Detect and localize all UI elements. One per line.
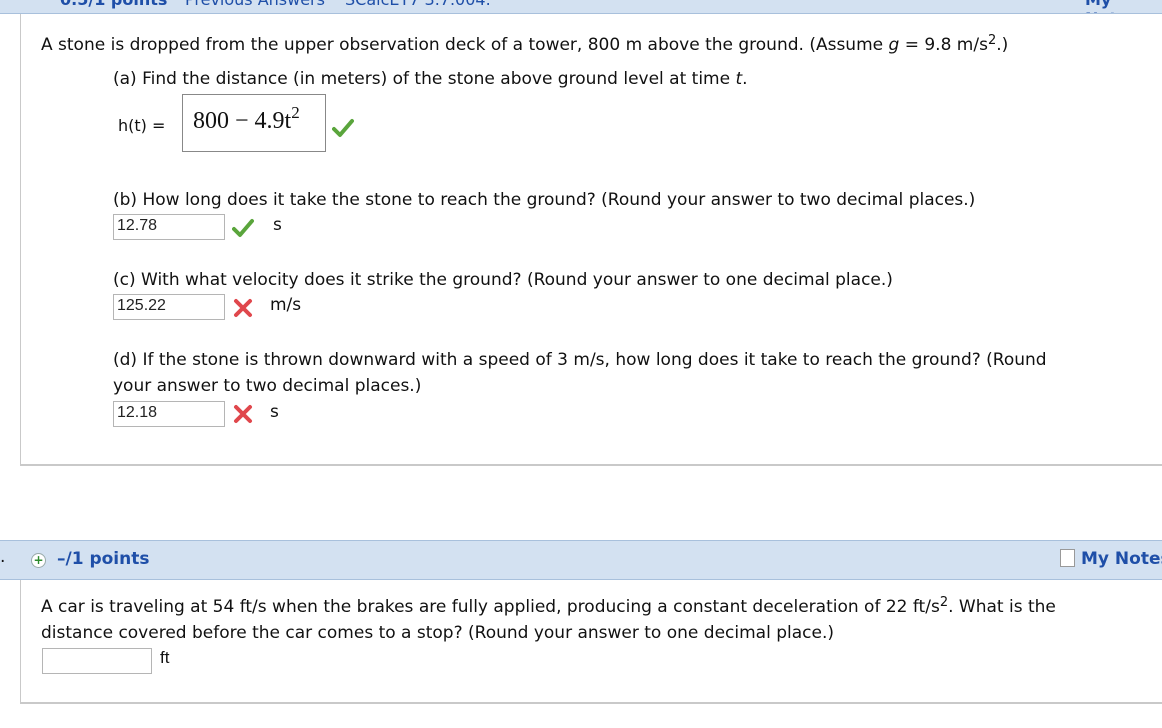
cross-icon bbox=[234, 299, 252, 317]
points-label: –/1 points bbox=[57, 549, 150, 569]
part-c-answer-input[interactable]: 125.22 bbox=[113, 294, 225, 320]
part-b-answer-input[interactable]: 12.78 bbox=[113, 214, 225, 240]
previous-question-code: SCalcET7 3.7.004. bbox=[345, 0, 491, 9]
part-a-question: (a) Find the distance (in meters) of the… bbox=[113, 69, 748, 89]
previous-question-header: 0.5/1 points Previous Answers SCalcET7 3… bbox=[0, 0, 1162, 14]
part-c-question: (c) With what velocity does it strike th… bbox=[113, 270, 893, 290]
previous-points: 0.5/1 points bbox=[60, 0, 167, 9]
problem2-unit: ft bbox=[160, 648, 170, 667]
problem2-question-line2: distance covered before the car comes to… bbox=[41, 623, 834, 643]
part-d-answer-input[interactable]: 12.18 bbox=[113, 401, 225, 427]
part-d-question-line2: your answer to two decimal places.) bbox=[113, 376, 422, 396]
check-icon bbox=[232, 219, 254, 237]
note-icon bbox=[1060, 549, 1075, 567]
expand-plus-icon[interactable]: + bbox=[31, 553, 46, 568]
check-icon bbox=[332, 119, 354, 137]
part-b-question: (b) How long does it take the stone to r… bbox=[113, 190, 976, 210]
problem2-question-line1: A car is traveling at 54 ft/s when the b… bbox=[41, 595, 1056, 617]
problem2-answer-input[interactable] bbox=[42, 648, 152, 674]
cross-icon bbox=[234, 405, 252, 423]
part-a-answer-box[interactable]: 800 − 4.9t2 bbox=[182, 94, 326, 152]
problem1-intro: A stone is dropped from the upper observ… bbox=[41, 33, 1009, 55]
question-header-2: . + –/1 points My Notes bbox=[0, 540, 1162, 580]
part-a-label: h(t) = bbox=[118, 116, 166, 135]
part-d-question-line1: (d) If the stone is thrown downward with… bbox=[113, 350, 1047, 370]
question-number: . bbox=[0, 547, 6, 567]
previous-answers-link[interactable]: Previous Answers bbox=[185, 0, 325, 9]
my-notes-button[interactable]: My Notes bbox=[1060, 549, 1162, 569]
part-d-unit: s bbox=[270, 402, 279, 422]
previous-my-notes-button[interactable]: My Notes bbox=[1085, 0, 1162, 13]
part-b-unit: s bbox=[273, 215, 282, 235]
part-c-unit: m/s bbox=[270, 295, 302, 315]
